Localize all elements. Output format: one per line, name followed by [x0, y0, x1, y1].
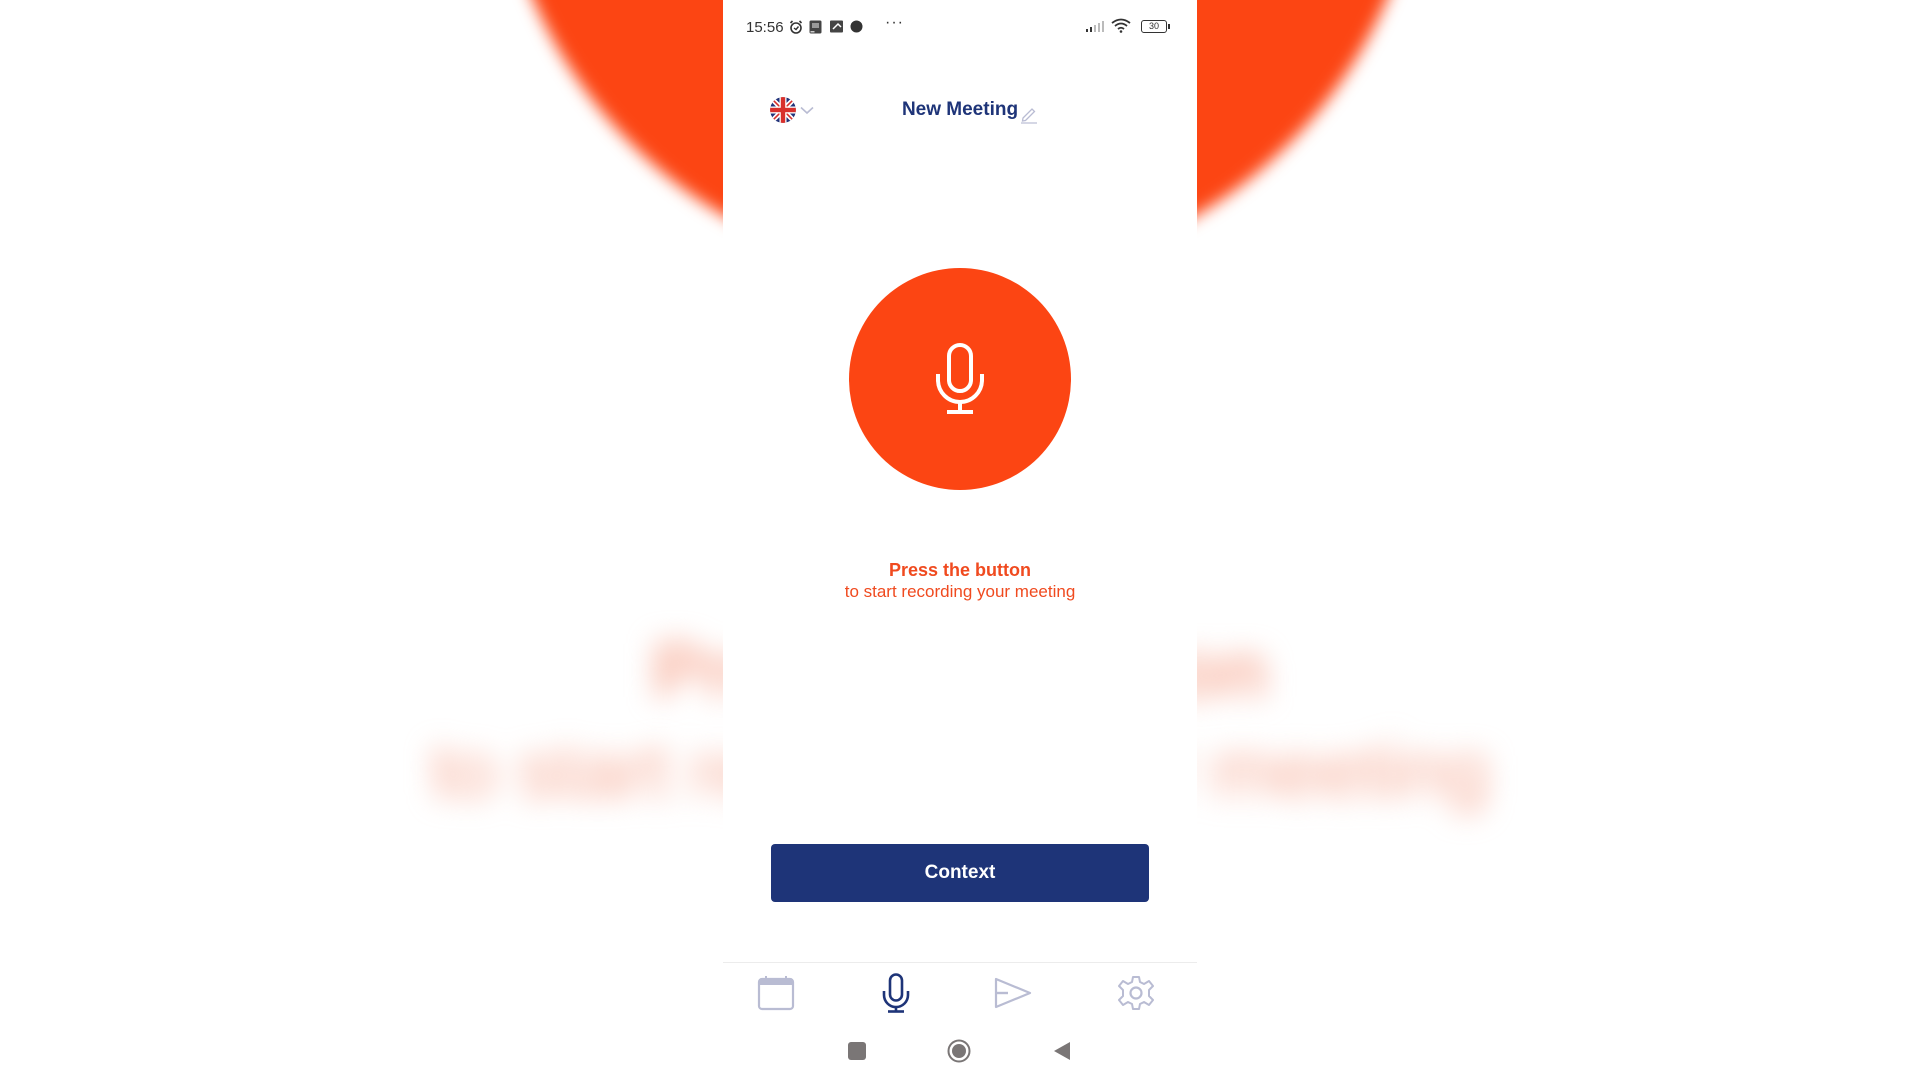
recents-square-icon[interactable] — [848, 1042, 866, 1060]
tab-settings[interactable] — [1106, 970, 1166, 1016]
status-bar: 15:56 ··· 30 — [723, 0, 1197, 50]
home-circle-icon[interactable] — [947, 1039, 971, 1063]
system-navigation-bar — [723, 1030, 1197, 1074]
status-time: 15:56 — [746, 19, 784, 36]
battery-level: 30 — [1148, 21, 1159, 31]
gallery-icon — [830, 20, 843, 33]
tab-record[interactable] — [866, 970, 926, 1016]
microphone-tab-icon — [882, 973, 910, 1013]
meeting-title: New Meeting — [901, 99, 1019, 120]
header: New Meeting — [723, 90, 1197, 130]
back-triangle-icon[interactable] — [1054, 1042, 1070, 1060]
microphone-icon — [936, 343, 984, 414]
record-button[interactable] — [849, 268, 1071, 490]
alarm-icon — [789, 20, 803, 34]
phone-screen: 15:56 ··· 30 New Meeting Press the butto… — [723, 0, 1197, 1080]
news-icon — [809, 20, 822, 34]
signal-icon — [1086, 20, 1104, 32]
hint-subtitle: to start recording your meeting — [844, 582, 1076, 601]
send-icon — [994, 977, 1032, 1009]
hint-title: Press the button — [888, 560, 1031, 580]
wifi-icon — [1111, 18, 1131, 33]
more-notifications-icon: ··· — [885, 14, 904, 31]
pencil-edit-icon[interactable] — [1019, 104, 1039, 124]
battery-indicator: 30 — [1141, 20, 1170, 33]
context-button[interactable]: Context — [771, 844, 1149, 902]
record-dot-icon — [850, 20, 863, 33]
tab-send[interactable] — [983, 970, 1043, 1016]
gear-icon — [1118, 976, 1154, 1010]
tab-bar-divider — [723, 962, 1197, 963]
tab-calendar[interactable] — [746, 970, 806, 1016]
calendar-icon — [757, 976, 795, 1011]
